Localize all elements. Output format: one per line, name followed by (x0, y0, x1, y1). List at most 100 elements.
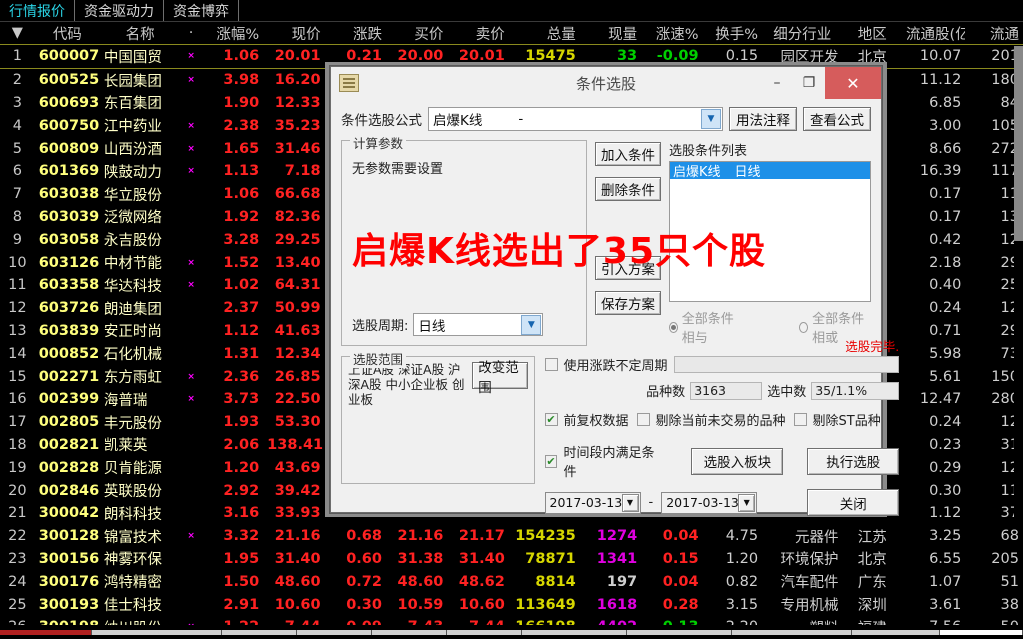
row-change: 0.72 (346, 573, 382, 590)
bottom-segment[interactable] (732, 629, 852, 635)
bottom-segment[interactable] (372, 629, 447, 635)
header-current-volume[interactable]: 现量 (580, 23, 641, 44)
ck-period-satisfy[interactable]: ✔ 时间段内满足条件 (544, 442, 668, 480)
row-index: 11 (8, 277, 27, 294)
formula-combobox[interactable]: 启爆K线 - ▼ (428, 107, 723, 131)
row-ask: 10.60 (458, 596, 505, 613)
header-sort-arrow[interactable]: ▼ (0, 25, 35, 41)
checkbox-remove-st[interactable] (793, 413, 807, 426)
header-name[interactable]: 名称 (100, 23, 180, 44)
row-price: 22.50 (274, 391, 321, 408)
row-name: 石化机械 (103, 347, 162, 364)
bottom-segment[interactable] (447, 629, 522, 635)
bottom-segment[interactable] (222, 629, 297, 635)
header-turnover[interactable]: 换手% (703, 23, 763, 44)
header-code[interactable]: 代码 (35, 23, 100, 44)
row-change-pct: 1.52 (223, 254, 260, 271)
row-float-shares: 0.40 (929, 277, 962, 294)
tab-market-quotes[interactable]: 行情报价 (0, 0, 75, 21)
header-change[interactable]: 涨跌 (325, 23, 386, 44)
row-index: 18 (8, 436, 27, 453)
options-column: 选股完毕. 使用涨跌不定周期 品种数 3163 选中数 35/1.1% ✔ 前复… (544, 339, 900, 516)
table-vertical-scrollbar[interactable] (1014, 46, 1023, 526)
ck-fuquan[interactable]: ✔ 前复权数据 (544, 410, 629, 429)
table-row[interactable]: 25 300193 佳士科技 2.91 10.60 0.30 10.59 10.60 11364… (0, 593, 1023, 616)
header-speed[interactable]: 涨速% (641, 23, 702, 44)
row-mark: × (187, 394, 195, 405)
date-range-row: 2017-03-13 ▼ - 2017-03-13 ▼ 关闭 (544, 489, 900, 516)
chevron-down-icon[interactable]: ▼ (701, 109, 721, 129)
row-index: 6 (12, 163, 22, 180)
row-change-pct: 2.37 (223, 300, 260, 317)
row-change-pct: 1.06 (223, 48, 260, 65)
save-plan-button[interactable]: 保存方案 (595, 291, 661, 315)
bottom-segment-input[interactable] (940, 629, 1023, 635)
add-condition-button[interactable]: 加入条件 (595, 142, 661, 166)
bottom-segment[interactable] (297, 629, 372, 635)
row-index: 4 (12, 117, 22, 134)
row-mark: × (187, 531, 195, 542)
close-dialog-button[interactable]: 关闭 (807, 489, 900, 516)
header-float-value[interactable]: 流通 (965, 23, 1023, 44)
chevron-down-icon[interactable]: ▼ (621, 493, 639, 512)
usage-notes-button[interactable]: 用法注释 (729, 107, 797, 131)
row-code: 600693 (38, 94, 100, 111)
period-satisfy-row: ✔ 时间段内满足条件 选股入板块 执行选股 (544, 442, 900, 480)
date-to-combobox[interactable]: 2017-03-13 ▼ (661, 491, 758, 514)
header-change-pct[interactable]: 涨幅% (202, 23, 263, 44)
row-float-shares: 5.98 (929, 345, 962, 362)
header-industry[interactable]: 细分行业 (762, 23, 842, 44)
run-selection-button[interactable]: 执行选股 (807, 447, 900, 475)
header-region[interactable]: 地区 (843, 23, 903, 44)
cycle-combobox[interactable]: 日线 ▼ (413, 313, 544, 336)
row-change-pct: 3.32 (223, 528, 260, 545)
view-formula-button[interactable]: 查看公式 (803, 107, 871, 131)
ck-remove-st[interactable]: 剔除ST品种 (793, 410, 881, 429)
dialog-title-bar[interactable]: 条件选股 – ❐ ✕ (331, 67, 881, 99)
checkbox-fuquan[interactable]: ✔ (544, 413, 558, 426)
list-item[interactable]: 启爆K线 日线 (670, 162, 870, 180)
table-row[interactable]: 24 300176 鸿特精密 1.50 48.60 0.72 48.60 48.62 8814 1… (0, 570, 1023, 593)
condition-name: 启爆K线 (673, 165, 721, 180)
count-row: 品种数 3163 选中数 35/1.1% (545, 381, 900, 400)
row-name: 东百集团 (103, 96, 162, 113)
condition-stock-dialog: 条件选股 – ❐ ✕ 条件选股公式 启爆K线 - ▼ 用法注释 查看公式 计算参… (330, 66, 900, 516)
table-row[interactable]: 23 300156 神雾环保 1.95 31.40 0.60 31.38 31.40 78871… (0, 548, 1023, 571)
bottom-segment[interactable] (852, 629, 940, 635)
delete-condition-button[interactable]: 删除条件 (595, 177, 661, 201)
row-float-shares: 16.39 (919, 163, 962, 180)
tab-capital-drive[interactable]: 资金驱动力 (75, 0, 164, 21)
row-code: 002821 (38, 436, 100, 453)
row-float-value: 205 (991, 550, 1019, 567)
date-from-combobox[interactable]: 2017-03-13 ▼ (544, 491, 641, 514)
scrollbar-thumb[interactable] (1014, 46, 1023, 241)
ck-remove-untraded[interactable]: 剔除当前未交易的品种 (636, 410, 786, 429)
header-float-shares[interactable]: 流通股(亿) (902, 23, 965, 44)
bottom-segment-active[interactable] (0, 629, 92, 635)
checkbox-updown-period[interactable] (544, 358, 558, 371)
bottom-segment[interactable] (92, 629, 222, 635)
checkbox-remove-untraded[interactable] (636, 413, 650, 426)
row-price: 29.25 (274, 231, 321, 248)
checkbox-period-satisfy[interactable]: ✔ (544, 454, 558, 468)
row-industry: 环境保护 (780, 552, 839, 569)
header-bid[interactable]: 买价 (386, 23, 447, 44)
chevron-down-icon[interactable]: ▼ (738, 493, 756, 512)
bottom-segment[interactable] (522, 629, 627, 635)
chevron-down-icon[interactable]: ▼ (521, 315, 542, 335)
tab-capital-game[interactable]: 资金博弈 (164, 0, 239, 21)
app-root: 行情报价 资金驱动力 资金博弈 ▼ 代码 名称 · 涨幅% 现价 涨跌 买价 卖… (0, 0, 1023, 639)
header-volume[interactable]: 总量 (509, 23, 580, 44)
change-scope-button[interactable]: 改变范围 (472, 360, 528, 396)
table-header-row: ▼ 代码 名称 · 涨幅% 现价 涨跌 买价 卖价 总量 现量 涨速% 换手% … (0, 22, 1023, 44)
header-mark[interactable]: · (180, 25, 201, 41)
bottom-segment[interactable] (627, 629, 732, 635)
table-row[interactable]: 22 300128 锦富技术 × 3.32 21.16 0.68 21.16 21.17 1542… (0, 525, 1023, 548)
select-to-block-button[interactable]: 选股入板块 (691, 447, 784, 475)
row-mark: × (187, 143, 195, 154)
header-price[interactable]: 现价 (263, 23, 324, 44)
period-input[interactable] (673, 356, 900, 373)
row-name: 中国国贸 (103, 49, 162, 66)
header-ask[interactable]: 卖价 (447, 23, 508, 44)
row-code: 600809 (38, 140, 100, 157)
